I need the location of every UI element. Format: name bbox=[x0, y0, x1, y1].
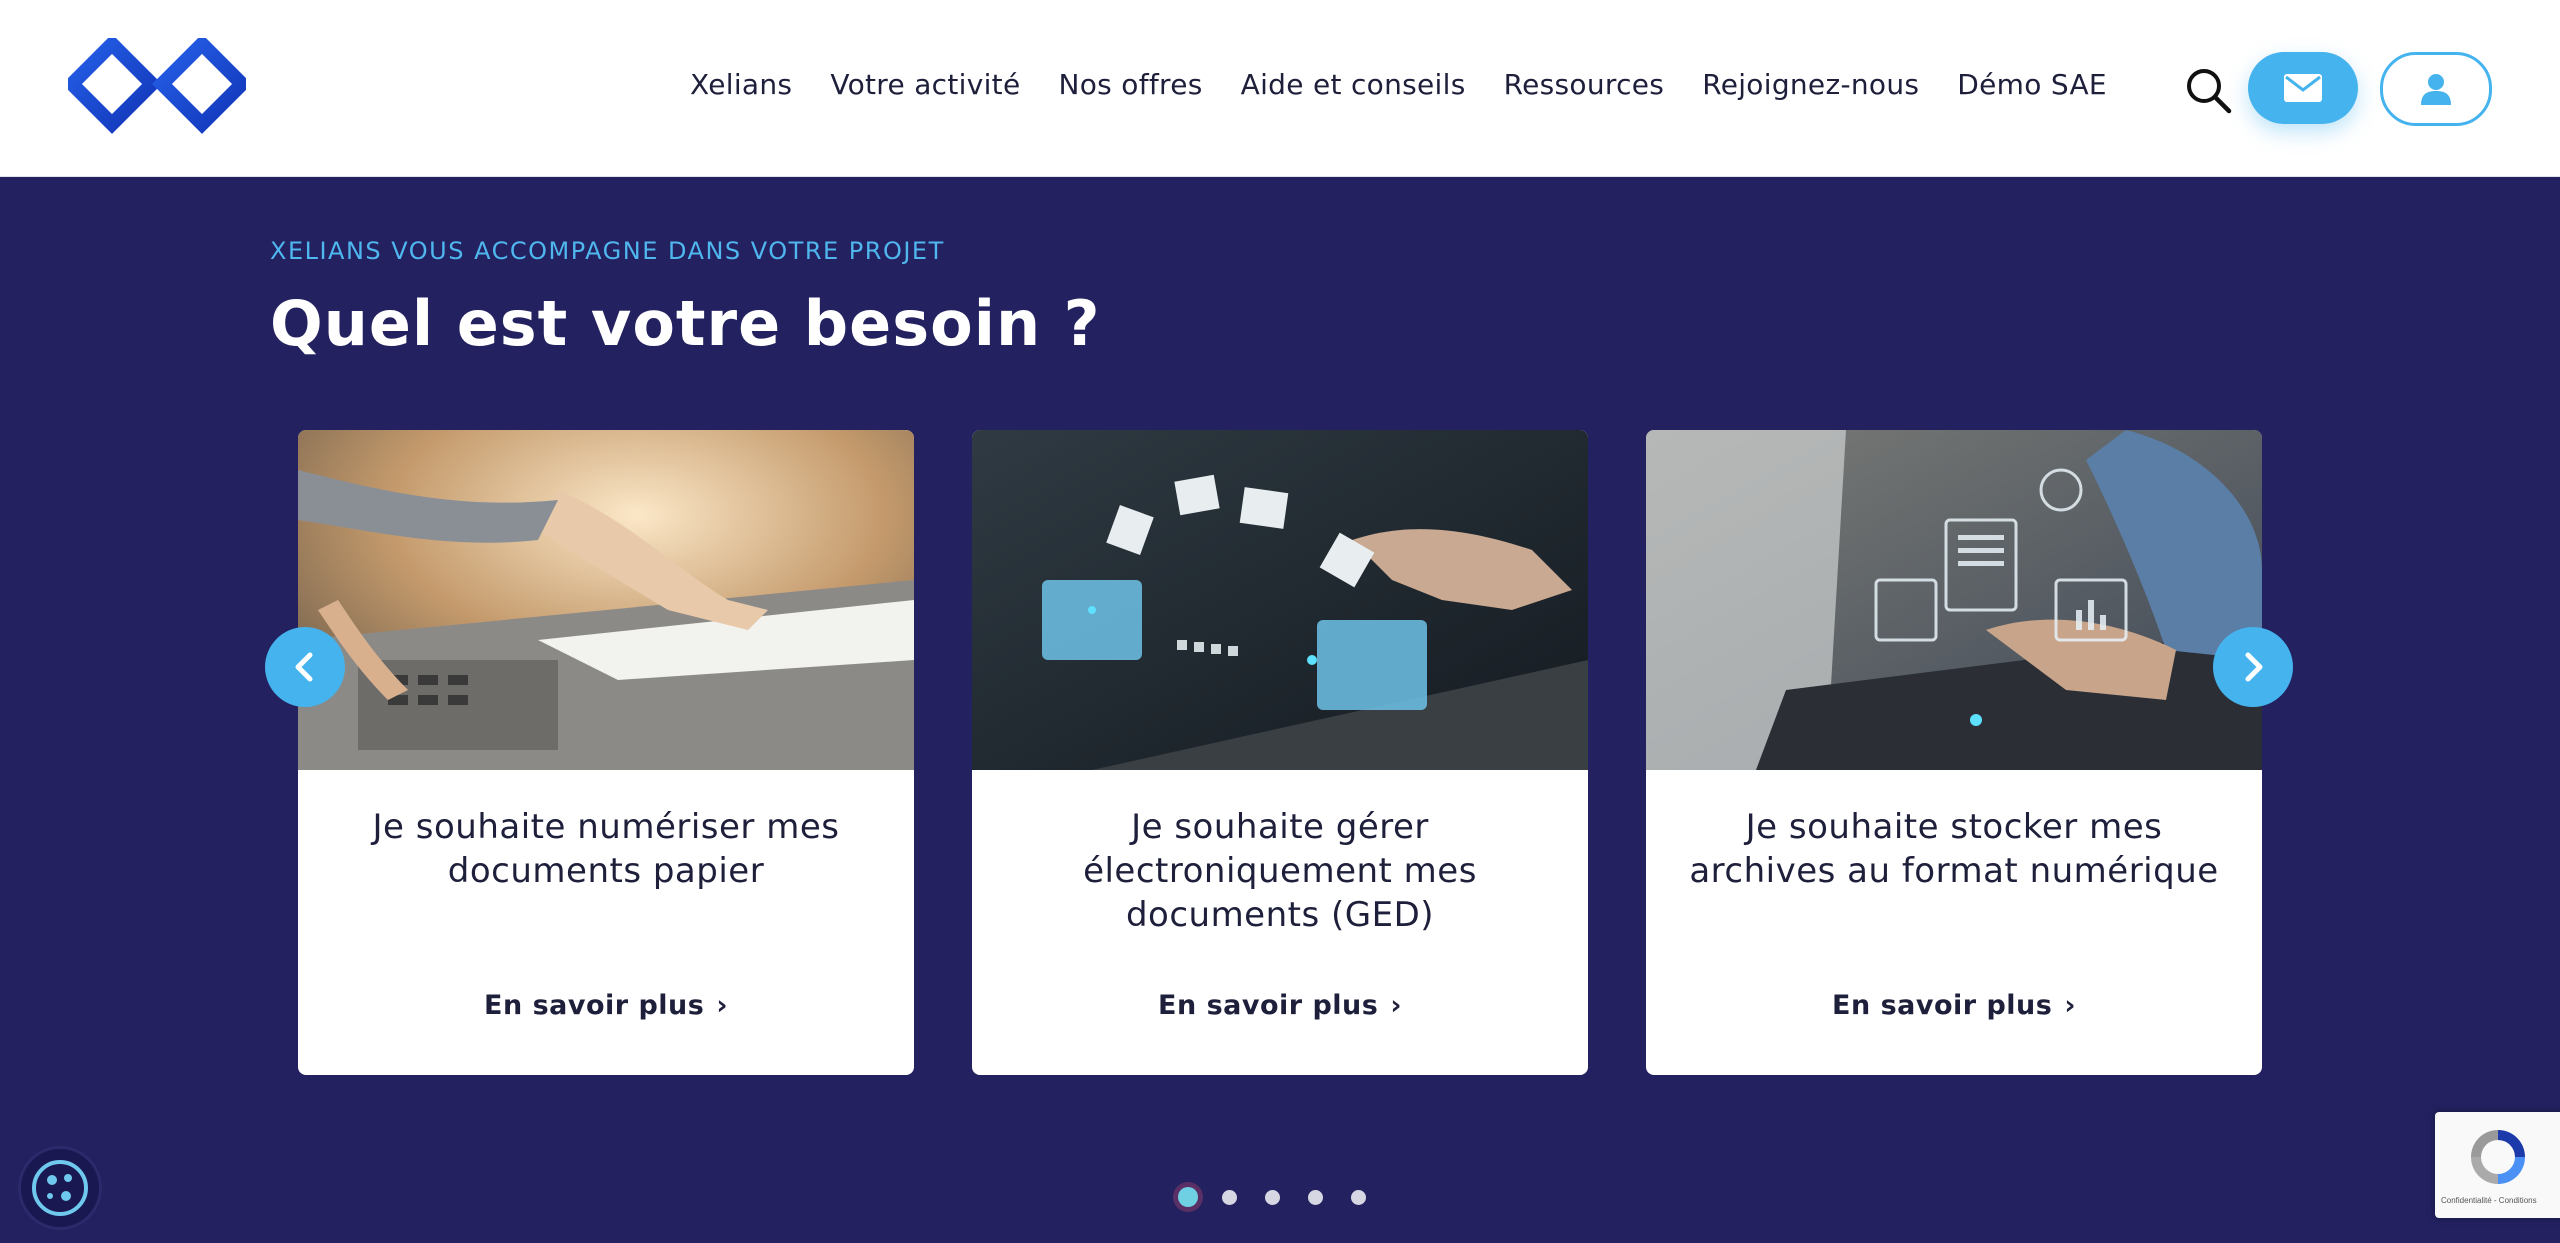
search-button[interactable] bbox=[2184, 66, 2234, 116]
carousel-dot-4[interactable] bbox=[1308, 1189, 1323, 1205]
main-nav: Xelians Votre activité Nos offres Aide e… bbox=[690, 68, 2145, 101]
nav-item-rejoignez-nous[interactable]: Rejoignez-nous bbox=[1702, 68, 1919, 101]
chevron-left-icon bbox=[295, 652, 313, 682]
need-card-archives[interactable]: Je souhaite stocker mes archives au form… bbox=[1646, 430, 2262, 1075]
section-eyebrow: XELIANS VOUS ACCOMPAGNE DANS VOTRE PROJE… bbox=[270, 237, 945, 265]
xelians-logo[interactable] bbox=[68, 38, 246, 138]
cookie-icon bbox=[32, 1160, 88, 1216]
card-text: Je souhaite numériser mes documents papi… bbox=[372, 807, 840, 891]
recaptcha-icon bbox=[2471, 1130, 2525, 1184]
scanner-photo bbox=[298, 430, 914, 770]
card-link-label: En savoir plus bbox=[1832, 990, 2053, 1021]
carousel-next-button[interactable] bbox=[2213, 627, 2293, 707]
carousel-dot-3[interactable] bbox=[1265, 1189, 1280, 1205]
card-link-learn-more[interactable]: En savoir plus › bbox=[972, 990, 1588, 1021]
site-header: Xelians Votre activité Nos offres Aide e… bbox=[0, 0, 2560, 177]
need-card-scan[interactable]: Je souhaite numériser mes documents papi… bbox=[298, 430, 914, 1075]
carousel-dot-1[interactable] bbox=[1178, 1187, 1198, 1207]
contact-button[interactable] bbox=[2248, 52, 2358, 124]
account-button[interactable] bbox=[2380, 52, 2492, 126]
nav-item-nos-offres[interactable]: Nos offres bbox=[1059, 68, 1203, 101]
card-link-label: En savoir plus bbox=[1158, 990, 1379, 1021]
recaptcha-badge[interactable]: Confidentialité - Conditions bbox=[2435, 1112, 2560, 1218]
chevron-right-icon: › bbox=[1390, 990, 1402, 1021]
user-icon bbox=[2421, 74, 2451, 105]
digital-files-photo bbox=[972, 430, 1588, 770]
cookie-settings-button[interactable] bbox=[18, 1146, 102, 1230]
nav-item-demo-sae[interactable]: Démo SAE bbox=[1957, 68, 2107, 101]
chevron-right-icon: › bbox=[2064, 990, 2076, 1021]
nav-item-votre-activite[interactable]: Votre activité bbox=[830, 68, 1020, 101]
recaptcha-links[interactable]: Confidentialité - Conditions bbox=[2441, 1196, 2560, 1205]
card-text: Je souhaite gérer électroniquement mes d… bbox=[1083, 807, 1477, 935]
nav-item-aide-conseils[interactable]: Aide et conseils bbox=[1241, 68, 1466, 101]
card-link-learn-more[interactable]: En savoir plus › bbox=[298, 990, 914, 1021]
carousel-prev-button[interactable] bbox=[265, 627, 345, 707]
section-title: Quel est votre besoin ? bbox=[270, 287, 1101, 360]
card-text: Je souhaite stocker mes archives au form… bbox=[1689, 807, 2219, 891]
mail-icon bbox=[2284, 74, 2322, 102]
nav-item-xelians[interactable]: Xelians bbox=[690, 68, 792, 101]
need-card-ged[interactable]: Je souhaite gérer électroniquement mes d… bbox=[972, 430, 1588, 1075]
chevron-right-icon bbox=[2245, 652, 2263, 682]
card-link-learn-more[interactable]: En savoir plus › bbox=[1646, 990, 2262, 1021]
needs-section: XELIANS VOUS ACCOMPAGNE DANS VOTRE PROJE… bbox=[0, 177, 2560, 1243]
chevron-right-icon: › bbox=[716, 990, 728, 1021]
carousel-pagination bbox=[1178, 1187, 1394, 1207]
search-icon bbox=[2187, 69, 2232, 114]
card-link-label: En savoir plus bbox=[484, 990, 705, 1021]
laptop-archive-photo bbox=[1646, 430, 2262, 770]
carousel-dot-5[interactable] bbox=[1351, 1189, 1366, 1205]
carousel-dot-2[interactable] bbox=[1222, 1189, 1237, 1205]
nav-item-ressources[interactable]: Ressources bbox=[1504, 68, 1665, 101]
